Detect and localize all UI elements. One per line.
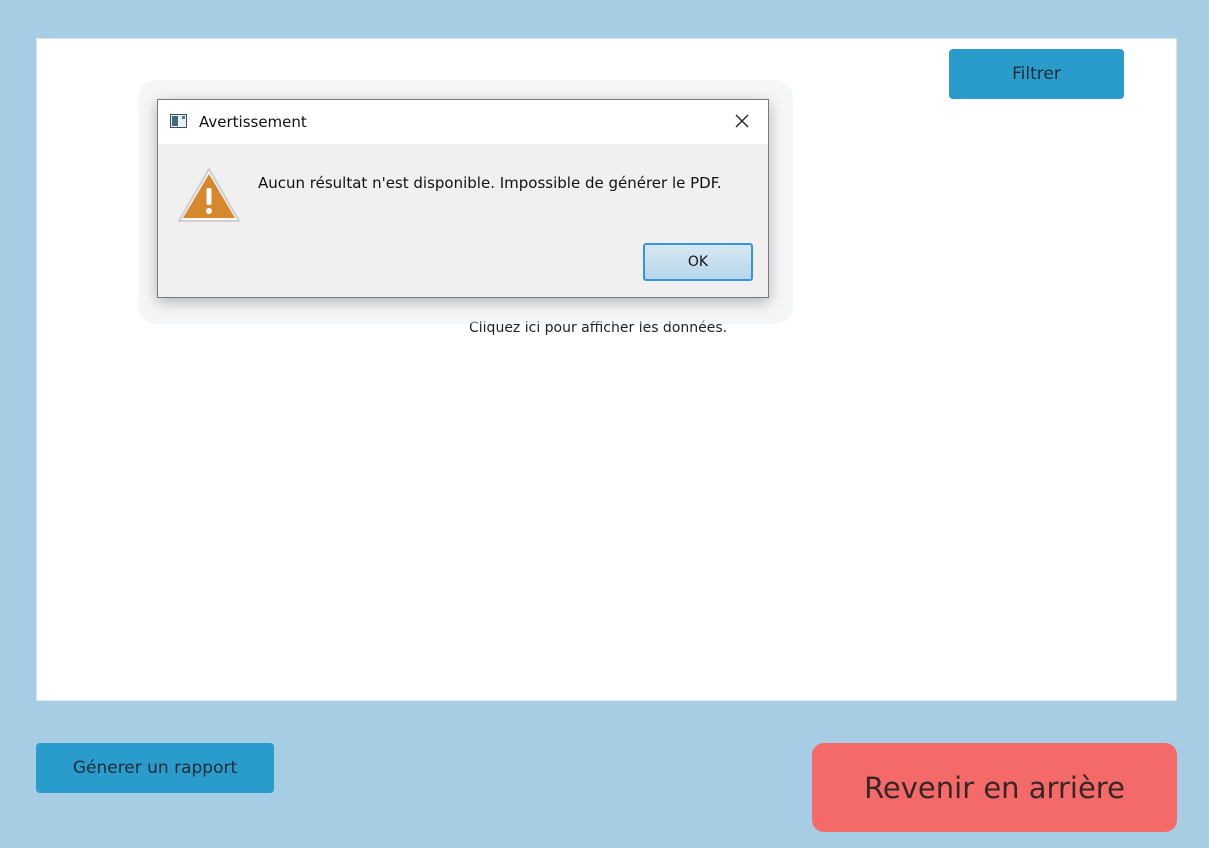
warning-dialog: Avertissement Aucun résultat n'est dispo…: [157, 99, 769, 298]
warning-icon: [178, 168, 240, 222]
app-window-icon: [170, 114, 187, 128]
dialog-title: Avertissement: [199, 113, 307, 131]
close-icon[interactable]: [730, 109, 754, 133]
dialog-message: Aucun résultat n'est disponible. Impossi…: [258, 174, 722, 192]
ok-button[interactable]: OK: [643, 243, 753, 281]
filter-button[interactable]: Filtrer: [949, 49, 1124, 99]
app-window: Filtrer Cliquez ici pour afficher les do…: [0, 0, 1209, 848]
go-back-button[interactable]: Revenir en arrière: [812, 743, 1177, 832]
dialog-titlebar[interactable]: Avertissement: [158, 100, 768, 144]
generate-report-button[interactable]: Génerer un rapport: [36, 743, 274, 793]
